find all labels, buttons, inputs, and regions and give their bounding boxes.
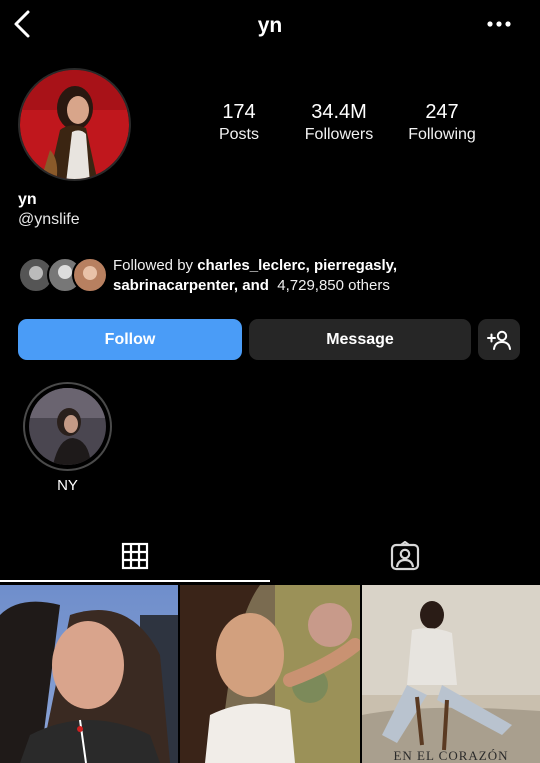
tagged-person-icon xyxy=(390,541,420,571)
tab-posts-grid[interactable] xyxy=(0,532,270,580)
mutual-followers-avatars[interactable] xyxy=(18,255,108,295)
followers-stat[interactable]: 34.4M Followers xyxy=(298,100,380,146)
followed-by-prefix: Followed by xyxy=(113,257,198,274)
followers-label: Followers xyxy=(304,126,374,143)
posts-label: Posts xyxy=(218,126,259,143)
profile-name: yn xyxy=(18,191,37,208)
grid-icon xyxy=(121,542,149,570)
profile-handle: @ynslife xyxy=(18,211,80,228)
highlight-label: NY xyxy=(57,477,78,494)
followed-by-others: 4,729,850 others xyxy=(277,277,390,294)
post-caption: EN EL CORAZÓN xyxy=(393,748,508,763)
profile-avatar[interactable] xyxy=(18,68,131,181)
followed-by-names: charles_leclerc, pierregasly, xyxy=(197,257,398,274)
tab-tagged[interactable] xyxy=(270,532,540,580)
post-thumbnail[interactable]: EN EL CORAZÓN xyxy=(362,585,540,763)
page-title: yn xyxy=(257,14,283,37)
more-options-button[interactable] xyxy=(484,14,514,34)
post-thumbnail[interactable] xyxy=(0,585,178,763)
avatar-photo xyxy=(20,70,129,179)
followers-count: 34.4M xyxy=(311,101,367,123)
followed-by-names-line2: sabrinacarpenter, and xyxy=(113,277,269,294)
post-thumbnail[interactable] xyxy=(180,585,360,763)
add-person-icon xyxy=(487,330,511,350)
followed-by-text[interactable]: Followed by charles_leclerc, pierregasly… xyxy=(113,256,533,296)
story-highlight-ny[interactable] xyxy=(23,382,112,471)
follow-button[interactable]: Follow xyxy=(18,319,242,360)
posts-stat[interactable]: 174 Posts xyxy=(210,100,268,146)
posts-count: 174 xyxy=(222,101,256,123)
ellipsis-horizontal-icon xyxy=(487,21,511,27)
following-label: Following xyxy=(408,126,476,143)
active-tab-indicator xyxy=(0,580,270,582)
suggest-people-button[interactable] xyxy=(478,319,520,360)
following-count: 247 xyxy=(425,101,459,123)
following-stat[interactable]: 247 Following xyxy=(402,100,482,146)
highlight-cover xyxy=(29,388,106,465)
message-button[interactable]: Message xyxy=(249,319,471,360)
